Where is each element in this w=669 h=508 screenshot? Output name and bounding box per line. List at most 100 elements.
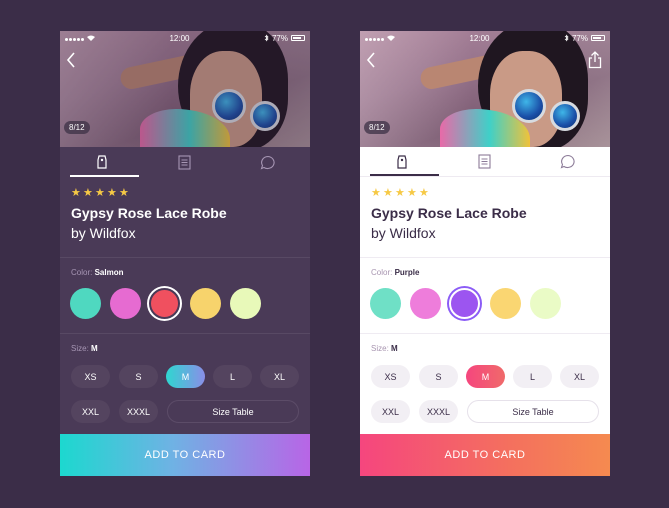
product-photo[interactable] (360, 31, 610, 147)
back-button[interactable] (364, 51, 380, 69)
size-option-s[interactable]: S (419, 365, 458, 388)
chat-bubble-icon (260, 155, 275, 169)
color-swatch[interactable] (370, 288, 401, 319)
product-brand: by Wildfox (371, 225, 436, 241)
add-to-cart-button[interactable]: ADD TO CARD (60, 434, 310, 476)
size-option-l[interactable]: L (513, 365, 552, 388)
document-icon (478, 154, 492, 169)
star-icon: ★ (407, 187, 417, 199)
color-swatch[interactable] (110, 288, 141, 319)
back-button[interactable] (64, 51, 80, 69)
star-icon: ★ (119, 187, 129, 199)
color-swatch-selected[interactable] (449, 288, 480, 319)
size-option-xxxl[interactable]: XXXL (119, 400, 158, 423)
size-option-s[interactable]: S (119, 365, 158, 388)
star-icon: ★ (107, 187, 117, 199)
battery-icon (590, 35, 605, 41)
tab-details[interactable] (143, 147, 226, 177)
size-option-xl[interactable]: XL (260, 365, 299, 388)
battery-icon (290, 35, 305, 41)
tab-bar (360, 147, 610, 177)
chevron-left-icon (66, 52, 75, 68)
phone-screen-dark: 12:00 77% 8/12 ★ ★ ★ ★ ★ Gypsy Rose Lace… (60, 31, 310, 476)
color-label-prefix: Color: (371, 268, 393, 277)
size-table-button[interactable]: Size Table (467, 400, 599, 423)
size-selected-value: M (391, 344, 398, 353)
share-button[interactable] (588, 51, 602, 69)
tag-icon (397, 154, 407, 169)
size-label: Size: M (371, 344, 398, 353)
product-brand: by Wildfox (71, 225, 136, 241)
star-icon: ★ (383, 187, 393, 199)
color-label: Color: Purple (371, 268, 419, 277)
color-swatch-selected[interactable] (149, 288, 180, 319)
size-table-button[interactable]: Size Table (167, 400, 299, 423)
size-option-m[interactable]: M (166, 365, 205, 388)
add-to-cart-button[interactable]: ADD TO CARD (360, 434, 610, 476)
tab-reviews[interactable] (527, 147, 610, 176)
document-icon (178, 154, 192, 170)
tag-icon (97, 155, 107, 169)
wifi-icon (87, 35, 95, 41)
size-option-xl[interactable]: XL (560, 365, 599, 388)
divider (60, 257, 310, 258)
chevron-left-icon (366, 52, 375, 68)
tab-product[interactable] (360, 147, 443, 176)
color-selected-value: Salmon (94, 268, 124, 277)
bluetooth-icon (264, 34, 269, 42)
gallery-counter: 8/12 (64, 121, 90, 134)
tab-bar (60, 147, 310, 177)
gallery-counter: 8/12 (364, 121, 390, 134)
color-swatch[interactable] (230, 288, 261, 319)
size-option-m[interactable]: M (466, 365, 505, 388)
star-icon: ★ (395, 187, 405, 199)
wifi-icon (387, 35, 395, 41)
color-swatch[interactable] (190, 288, 221, 319)
signal-icon (65, 34, 85, 43)
size-option-xxl[interactable]: XXL (71, 400, 110, 423)
product-photo[interactable] (60, 31, 310, 147)
share-icon (588, 51, 602, 69)
canvas: { "status": { "time": "12:00", "battery"… (0, 0, 669, 508)
size-label-prefix: Size: (371, 344, 389, 353)
size-option-xxxl[interactable]: XXXL (419, 400, 458, 423)
tab-details[interactable] (443, 147, 526, 176)
color-swatch[interactable] (70, 288, 101, 319)
product-title: Gypsy Rose Lace Robe (371, 205, 527, 221)
tab-product[interactable] (60, 147, 143, 177)
bluetooth-icon (564, 34, 569, 42)
status-time: 12:00 (469, 33, 490, 43)
phone-screen-light: 12:00 77% 8/12 ★ ★ ★ ★ ★ Gypsy Rose Lace… (360, 31, 610, 476)
battery-percent: 77% (271, 33, 288, 43)
star-icon: ★ (71, 187, 81, 199)
size-option-xxl[interactable]: XXL (371, 400, 410, 423)
color-swatch[interactable] (490, 288, 521, 319)
star-icon: ★ (95, 187, 105, 199)
size-option-xs[interactable]: XS (371, 365, 410, 388)
status-time: 12:00 (169, 33, 190, 43)
color-selected-value: Purple (394, 268, 420, 277)
divider (360, 257, 610, 258)
star-icon: ★ (83, 187, 93, 199)
status-bar: 12:00 77% (360, 31, 610, 45)
divider (60, 333, 310, 334)
rating-stars: ★ ★ ★ ★ ★ (371, 187, 429, 199)
product-title: Gypsy Rose Lace Robe (71, 205, 227, 221)
size-label-prefix: Size: (71, 344, 89, 353)
color-label: Color: Salmon (71, 268, 123, 277)
size-option-xs[interactable]: XS (71, 365, 110, 388)
star-icon: ★ (371, 187, 381, 199)
size-label: Size: M (71, 344, 98, 353)
chat-bubble-icon (560, 154, 575, 169)
color-swatch[interactable] (530, 288, 561, 319)
color-swatch[interactable] (410, 288, 441, 319)
divider (360, 333, 610, 334)
tab-reviews[interactable] (227, 147, 310, 177)
rating-stars: ★ ★ ★ ★ ★ (71, 187, 129, 199)
signal-icon (365, 34, 385, 43)
battery-percent: 77% (571, 33, 588, 43)
size-option-l[interactable]: L (213, 365, 252, 388)
star-icon: ★ (419, 187, 429, 199)
size-selected-value: M (91, 344, 98, 353)
color-label-prefix: Color: (71, 268, 93, 277)
